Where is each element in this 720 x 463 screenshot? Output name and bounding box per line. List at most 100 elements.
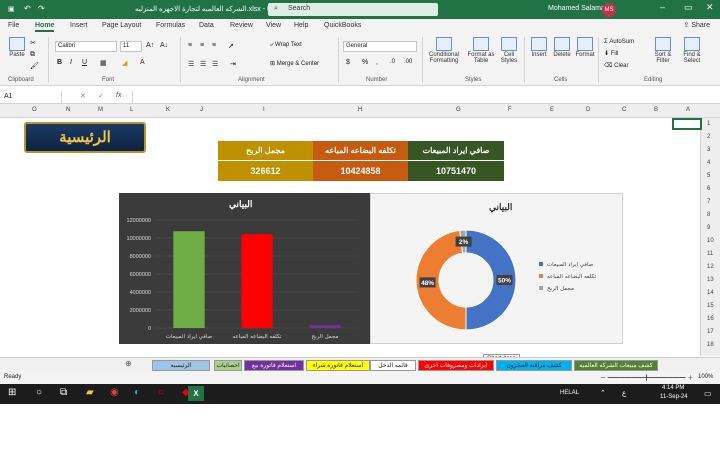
edge-icon[interactable]: ◐	[134, 387, 140, 398]
delete-button[interactable]: Delete	[551, 37, 573, 58]
zoom-level[interactable]: 100%	[698, 374, 713, 380]
decrease-font-icon[interactable]: A↓	[160, 42, 168, 49]
format-as-table-button[interactable]: Format as Table	[465, 37, 497, 64]
increase-font-icon[interactable]: A↑	[146, 42, 154, 49]
sheet-tab-5[interactable]: قائمه الدخل	[370, 360, 416, 371]
home-logo-button[interactable]: الرئيسية	[24, 122, 146, 153]
font-name-select[interactable]: Calibri	[55, 41, 117, 52]
fill-color-icon[interactable]: ◢	[122, 59, 127, 67]
currency-icon[interactable]: $	[346, 59, 350, 66]
column-header-j[interactable]: J	[200, 107, 203, 113]
orientation-icon[interactable]: ↗	[228, 42, 234, 50]
row-header-13[interactable]: 13	[707, 277, 714, 283]
search-box[interactable]: ⌕ Search	[268, 3, 438, 16]
format-button[interactable]: Format	[574, 37, 596, 58]
column-header-i[interactable]: I	[263, 107, 265, 113]
add-sheet-icon[interactable]: ⊕	[125, 359, 132, 368]
row-header-16[interactable]: 16	[707, 316, 714, 322]
column-header-g[interactable]: G	[456, 107, 461, 113]
decrease-decimal-icon[interactable]: .00	[404, 59, 412, 65]
sheet-tab-3[interactable]: استعلام فاتورة بيع	[244, 360, 304, 371]
maximize-icon[interactable]: ▭	[684, 2, 693, 13]
undo-icon[interactable]: ↶	[24, 4, 31, 13]
row-header-17[interactable]: 17	[707, 329, 714, 335]
row-header-6[interactable]: 6	[707, 186, 710, 192]
search-icon[interactable]: ○	[36, 387, 42, 398]
row-header-5[interactable]: 5	[707, 173, 710, 179]
conditional-formatting-button[interactable]: Conditional Formatting	[425, 37, 463, 64]
column-header-e[interactable]: E	[550, 107, 554, 113]
row-header-9[interactable]: 9	[707, 225, 710, 231]
windows-start-icon[interactable]: ⊞	[8, 387, 16, 398]
donut-chart[interactable]: البياني 50% 48% 2% صافي ايراد المبيعات تكلفه…	[370, 193, 623, 344]
row-header-12[interactable]: 12	[707, 264, 714, 270]
fill-button[interactable]: ⬇ Fill	[604, 50, 618, 57]
borders-icon[interactable]: ▦	[100, 59, 107, 67]
autosum-button[interactable]: Σ AutoSum	[604, 39, 634, 45]
percent-icon[interactable]: %	[362, 59, 368, 66]
row-header-18[interactable]: 18	[707, 342, 714, 348]
column-header-o[interactable]: O	[32, 107, 37, 113]
tab-quickbooks[interactable]: QuickBooks	[324, 22, 361, 29]
italic-icon[interactable]: I	[70, 59, 72, 66]
find-select-button[interactable]: Find & Select	[678, 37, 706, 64]
cell-styles-button[interactable]: Cell Styles	[497, 37, 521, 64]
align-bottom-icon[interactable]: ≡	[212, 42, 216, 49]
tab-view[interactable]: View	[266, 22, 281, 29]
zoom-slider[interactable]: － ━━━━━━╋━━━━━━ ＋	[600, 373, 693, 382]
name-box[interactable]: A1	[2, 91, 62, 103]
tab-review[interactable]: Review	[230, 22, 253, 29]
formula-input[interactable]	[132, 91, 718, 103]
comma-icon[interactable]: ,	[376, 59, 378, 66]
tab-page-layout[interactable]: Page Layout	[102, 22, 141, 29]
column-header-n[interactable]: N	[66, 107, 70, 113]
row-header-3[interactable]: 3	[707, 147, 710, 153]
tab-data[interactable]: Data	[199, 22, 214, 29]
task-view-icon[interactable]: ⧉	[60, 387, 67, 398]
copy-icon[interactable]: ⧉	[30, 51, 35, 59]
sheet-tab-2[interactable]: احصائيات ماليه	[214, 360, 242, 380]
row-header-1[interactable]: 1	[707, 121, 710, 127]
redo-icon[interactable]: ↷	[38, 4, 45, 13]
row-header-4[interactable]: 4	[707, 160, 710, 166]
tab-formulas[interactable]: Formulas	[156, 22, 185, 29]
close-icon[interactable]: ✕	[706, 2, 714, 13]
network-icon[interactable]: ⌃	[600, 389, 606, 397]
column-header-f[interactable]: F	[508, 107, 512, 113]
sheet-tab-7[interactable]: كشف مراقبه المخزون	[496, 360, 572, 371]
bold-icon[interactable]: B	[57, 59, 62, 66]
selected-cell[interactable]	[672, 118, 702, 130]
insert-function-icon[interactable]: fx	[116, 92, 121, 99]
align-top-icon[interactable]: ≡	[188, 42, 192, 49]
file-explorer-icon[interactable]: ▰	[86, 387, 94, 398]
insert-button[interactable]: Insert	[528, 37, 550, 58]
column-header-l[interactable]: L	[130, 107, 133, 113]
column-header-b[interactable]: B	[654, 107, 658, 113]
excel-icon[interactable]: X	[188, 386, 204, 401]
align-left-icon[interactable]: ☰	[188, 60, 194, 68]
tab-help[interactable]: Help	[294, 22, 308, 29]
sheet-tab-6[interactable]: ايرادات ومصروفات اخرى	[418, 360, 494, 371]
row-header-7[interactable]: 7	[707, 199, 710, 205]
font-color-icon[interactable]: A	[140, 59, 145, 66]
align-center-icon[interactable]: ☰	[200, 60, 206, 68]
clear-button[interactable]: ⌫ Clear	[604, 62, 629, 69]
indent-icon[interactable]: ⇥	[230, 60, 236, 68]
row-header-10[interactable]: 10	[707, 238, 714, 244]
cut-icon[interactable]: ✂	[30, 39, 36, 47]
align-right-icon[interactable]: ☰	[212, 60, 218, 68]
row-header-14[interactable]: 14	[707, 290, 714, 296]
sheet-tab-1[interactable]: الرئيسيه	[152, 360, 210, 371]
chrome-icon[interactable]: ◉	[110, 387, 119, 398]
share-button[interactable]: ⇪ Share	[684, 21, 711, 29]
avatar[interactable]: MS	[602, 3, 616, 17]
increase-decimal-icon[interactable]: .0	[390, 59, 395, 65]
align-middle-icon[interactable]: ≡	[200, 42, 204, 49]
underline-icon[interactable]: U	[82, 59, 87, 66]
column-header-k[interactable]: K	[166, 107, 170, 113]
paste-button[interactable]: Paste	[6, 37, 28, 58]
merge-center-button[interactable]: ⊞ Merge & Center	[270, 60, 319, 67]
column-header-a[interactable]: A	[686, 107, 690, 113]
sort-filter-button[interactable]: Sort & Filter	[650, 37, 676, 64]
bar-chart[interactable]: البياني 12000000 10000000 8000000 6000000 40…	[119, 193, 370, 344]
